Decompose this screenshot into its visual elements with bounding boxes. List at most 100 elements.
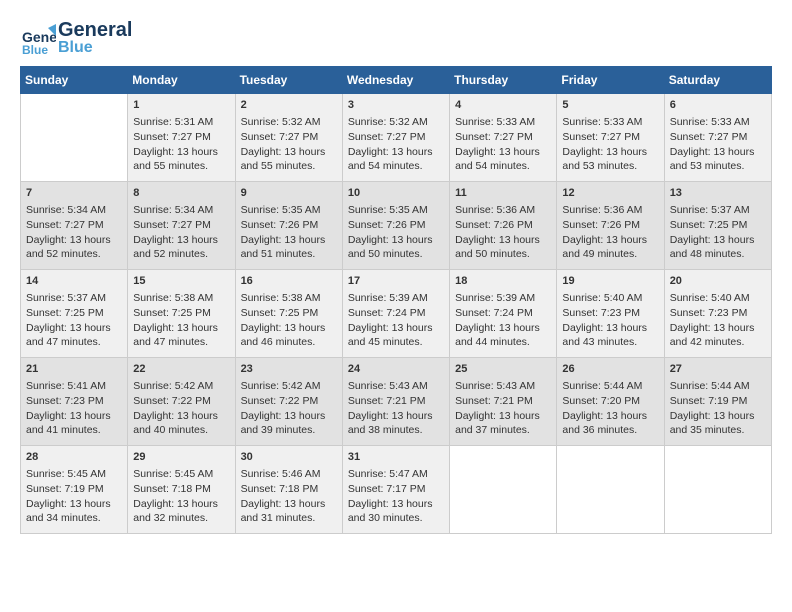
cell-content-line: Sunset: 7:27 PM <box>670 130 766 145</box>
calendar-cell: 18Sunrise: 5:39 AMSunset: 7:24 PMDayligh… <box>450 270 557 358</box>
day-number: 10 <box>348 186 444 201</box>
cell-content-line: Sunrise: 5:41 AM <box>26 379 122 394</box>
cell-content-line: Daylight: 13 hours <box>26 233 122 248</box>
cell-content-line: Sunrise: 5:42 AM <box>133 379 229 394</box>
logo-icon: Gene Blue <box>20 20 56 56</box>
day-number: 26 <box>562 362 658 377</box>
cell-content-line: Daylight: 13 hours <box>348 409 444 424</box>
cell-content-line: and 32 minutes. <box>133 511 229 526</box>
cell-content-line: and 52 minutes. <box>26 247 122 262</box>
cell-content-line: Daylight: 13 hours <box>562 233 658 248</box>
cell-content-line: Sunrise: 5:39 AM <box>348 291 444 306</box>
cell-content-line: Sunrise: 5:38 AM <box>133 291 229 306</box>
cell-content-line: Sunset: 7:23 PM <box>670 306 766 321</box>
cell-content-line: Daylight: 13 hours <box>455 233 551 248</box>
calendar-cell: 15 Sunrise: 5:38 AMSunset: 7:25 PMDayligh… <box>128 270 235 358</box>
calendar-cell <box>450 446 557 534</box>
cell-content-line: Sunrise: 5:34 AM <box>133 203 229 218</box>
day-header-sunday: Sunday <box>21 67 128 94</box>
calendar-cell: 9Sunrise: 5:35 AMSunset: 7:26 PMDaylight… <box>235 182 342 270</box>
day-number: 15 <box>133 274 229 289</box>
day-number: 11 <box>455 186 551 201</box>
calendar-cell: 12Sunrise: 5:36 AMSunset: 7:26 PMDayligh… <box>557 182 664 270</box>
calendar-cell: 7Sunrise: 5:34 AMSunset: 7:27 PMDaylight… <box>21 182 128 270</box>
cell-content-line: and 50 minutes. <box>455 247 551 262</box>
cell-content-line: Sunrise: 5:45 AM <box>133 467 229 482</box>
day-number: 29 <box>133 450 229 465</box>
cell-content-line: and 47 minutes. <box>133 335 229 350</box>
cell-content-line: and 53 minutes. <box>562 159 658 174</box>
cell-content-line: Sunrise: 5:35 AM <box>241 203 337 218</box>
calendar-cell: 11Sunrise: 5:36 AMSunset: 7:26 PMDayligh… <box>450 182 557 270</box>
cell-content-line: and 55 minutes. <box>241 159 337 174</box>
cell-content-line: Sunset: 7:19 PM <box>670 394 766 409</box>
calendar-cell: 26Sunrise: 5:44 AMSunset: 7:20 PMDayligh… <box>557 358 664 446</box>
cell-content-line: and 36 minutes. <box>562 423 658 438</box>
cell-content-line: Daylight: 13 hours <box>670 145 766 160</box>
cell-content-line: Sunrise: 5:34 AM <box>26 203 122 218</box>
day-number: 24 <box>348 362 444 377</box>
calendar-cell: 19Sunrise: 5:40 AMSunset: 7:23 PMDayligh… <box>557 270 664 358</box>
cell-content-line: Sunrise: 5:33 AM <box>455 115 551 130</box>
cell-content-line: and 40 minutes. <box>133 423 229 438</box>
cell-content-line: Daylight: 13 hours <box>241 497 337 512</box>
day-number: 23 <box>241 362 337 377</box>
cell-content-line: Daylight: 13 hours <box>562 321 658 336</box>
cell-content-line: Sunset: 7:27 PM <box>26 218 122 233</box>
day-number: 25 <box>455 362 551 377</box>
cell-content-line: Sunset: 7:18 PM <box>133 482 229 497</box>
cell-content-line: Sunrise: 5:40 AM <box>670 291 766 306</box>
day-number: 18 <box>455 274 551 289</box>
cell-content-line: Sunset: 7:17 PM <box>348 482 444 497</box>
day-number: 3 <box>348 98 444 113</box>
cell-content-line: Daylight: 13 hours <box>241 145 337 160</box>
calendar-cell: 17 Sunrise: 5:39 AMSunset: 7:24 PMDayligh… <box>342 270 449 358</box>
cell-content-line: Sunrise: 5:46 AM <box>241 467 337 482</box>
cell-content-line: Sunset: 7:25 PM <box>26 306 122 321</box>
day-header-wednesday: Wednesday <box>342 67 449 94</box>
cell-content-line: Daylight: 13 hours <box>670 409 766 424</box>
cell-content-line: Daylight: 13 hours <box>133 321 229 336</box>
cell-content-line: Sunrise: 5:45 AM <box>26 467 122 482</box>
cell-content-line: Daylight: 13 hours <box>133 409 229 424</box>
cell-content-line: Daylight: 13 hours <box>348 321 444 336</box>
day-number: 17 <box>348 274 444 289</box>
calendar-cell: 3Sunrise: 5:32 AMSunset: 7:27 PMDaylight… <box>342 94 449 182</box>
cell-content-line: Daylight: 13 hours <box>26 409 122 424</box>
day-number: 16 <box>241 274 337 289</box>
cell-content-line: Daylight: 13 hours <box>562 409 658 424</box>
cell-content-line: and 55 minutes. <box>133 159 229 174</box>
cell-content-line: Sunrise: 5:33 AM <box>670 115 766 130</box>
cell-content-line: Sunset: 7:27 PM <box>455 130 551 145</box>
calendar-cell: 20Sunrise: 5:40 AMSunset: 7:23 PMDayligh… <box>664 270 771 358</box>
day-number: 22 <box>133 362 229 377</box>
logo-line2: Blue <box>58 40 132 56</box>
day-number: 5 <box>562 98 658 113</box>
cell-content-line: Sunset: 7:19 PM <box>26 482 122 497</box>
day-header-thursday: Thursday <box>450 67 557 94</box>
cell-content-line: and 35 minutes. <box>670 423 766 438</box>
cell-content-line: and 34 minutes. <box>26 511 122 526</box>
cell-content-line: Sunrise: 5:37 AM <box>670 203 766 218</box>
cell-content-line: Sunset: 7:27 PM <box>133 130 229 145</box>
cell-content-line: Sunset: 7:25 PM <box>133 306 229 321</box>
calendar-cell: 10Sunrise: 5:35 AMSunset: 7:26 PMDayligh… <box>342 182 449 270</box>
cell-content-line: Sunrise: 5:33 AM <box>562 115 658 130</box>
calendar-week-row: 1Sunrise: 5:31 AMSunset: 7:27 PMDaylight… <box>21 94 772 182</box>
cell-content-line: Daylight: 13 hours <box>133 145 229 160</box>
cell-content-line: Sunrise: 5:40 AM <box>562 291 658 306</box>
cell-content-line: and 39 minutes. <box>241 423 337 438</box>
day-number: 8 <box>133 186 229 201</box>
calendar-cell: 28Sunrise: 5:45 AMSunset: 7:19 PMDayligh… <box>21 446 128 534</box>
svg-text:Blue: Blue <box>22 43 48 56</box>
cell-content-line: and 54 minutes. <box>455 159 551 174</box>
cell-content-line: Sunrise: 5:32 AM <box>241 115 337 130</box>
calendar-cell: 14Sunrise: 5:37 AMSunset: 7:25 PMDayligh… <box>21 270 128 358</box>
cell-content-line: Sunset: 7:21 PM <box>348 394 444 409</box>
cell-content-line: Sunset: 7:24 PM <box>348 306 444 321</box>
cell-content-line: Daylight: 13 hours <box>26 497 122 512</box>
day-number: 27 <box>670 362 766 377</box>
calendar-cell: 29Sunrise: 5:45 AMSunset: 7:18 PMDayligh… <box>128 446 235 534</box>
cell-content-line: and 54 minutes. <box>348 159 444 174</box>
cell-content-line: Daylight: 13 hours <box>348 233 444 248</box>
